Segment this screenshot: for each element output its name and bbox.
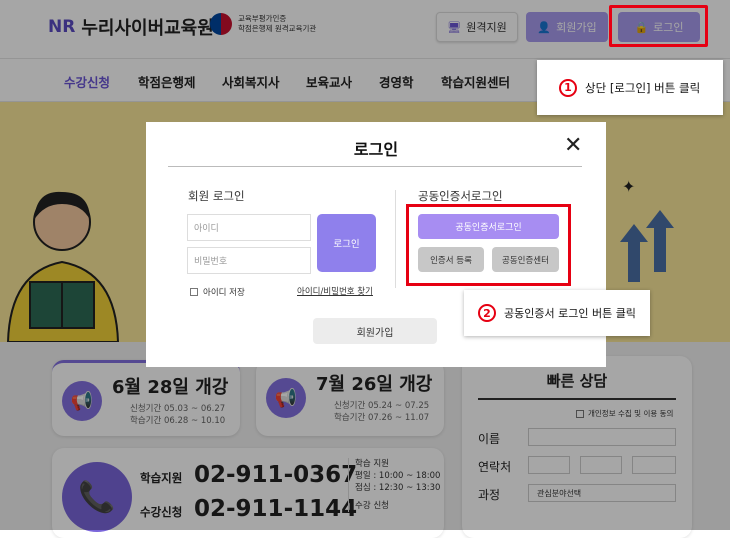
close-icon[interactable]: ✕: [564, 133, 582, 158]
login-highlight-box: [609, 5, 708, 47]
cert-login-title: 공동인증서로그인: [418, 189, 503, 203]
step1-text: 상단 [로그인] 버튼 클릭: [585, 80, 701, 95]
cert-highlight-box: [406, 204, 571, 286]
modal-join-button[interactable]: 회원가입: [313, 318, 437, 344]
callout-step1: 1 상단 [로그인] 버튼 클릭: [537, 60, 723, 115]
member-login-button[interactable]: 로그인: [317, 214, 376, 272]
step1-number: 1: [559, 78, 577, 97]
modal-title: 로그인: [353, 140, 399, 159]
step2-number: 2: [478, 304, 496, 322]
save-id-checkbox[interactable]: [190, 288, 198, 296]
save-id-option[interactable]: 아이디 저장: [190, 286, 245, 298]
id-input[interactable]: 아이디: [187, 214, 311, 241]
save-id-label: 아이디 저장: [203, 288, 245, 298]
find-account-link[interactable]: 아이디/비밀번호 찾기: [297, 285, 373, 297]
modal-column-divider: [395, 190, 396, 288]
modal-divider: [168, 166, 582, 167]
step2-text: 공동인증서 로그인 버튼 클릭: [504, 307, 636, 320]
member-login-title: 회원 로그인: [188, 189, 245, 203]
password-input[interactable]: 비밀번호: [187, 247, 311, 274]
callout-step2: 2 공동인증서 로그인 버튼 클릭: [464, 290, 650, 336]
